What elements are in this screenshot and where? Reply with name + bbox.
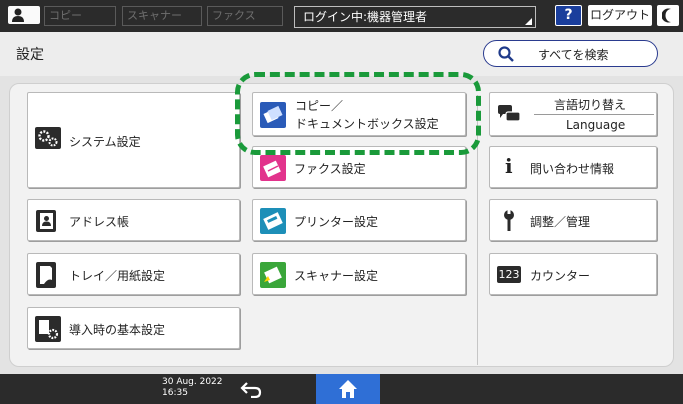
time-text: 16:35: [162, 388, 188, 398]
counter-icon: 123: [497, 266, 521, 283]
login-status-text: ログイン中:機器管理者: [303, 10, 428, 24]
scanner-settings-label: スキャナー設定: [294, 269, 379, 283]
moon-icon: [662, 8, 671, 23]
language-icon: [498, 105, 521, 122]
energy-saver-button[interactable]: [657, 5, 679, 26]
tray-paper-settings-label: トレイ／用紙設定: [69, 269, 166, 283]
tab-scanner[interactable]: スキャナー: [122, 6, 202, 26]
address-book-label: アドレス帳: [69, 215, 130, 229]
top-status-bar: コピー スキャナー ファクス ログイン中:機器管理者 ? ログアウト: [0, 0, 683, 32]
gear-icon: [35, 127, 61, 149]
basic-setup-icon: [35, 316, 61, 342]
tab-copy[interactable]: コピー: [44, 6, 116, 26]
tray-paper-settings-button[interactable]: トレイ／用紙設定: [27, 253, 240, 295]
tray-paper-icon: [36, 262, 56, 288]
corner-triangle-icon: [525, 18, 532, 25]
datetime-display: 30 Aug. 2022 16:35: [162, 377, 223, 399]
printer-settings-label: プリンター設定: [294, 215, 379, 229]
inquiry-info-label: 問い合わせ情報: [530, 162, 615, 176]
address-book-icon: [36, 210, 56, 232]
system-settings-button[interactable]: システム設定: [27, 92, 240, 188]
home-button[interactable]: [316, 374, 380, 404]
counter-button[interactable]: 123 カウンター: [489, 253, 657, 295]
language-divider: [534, 114, 654, 115]
language-switch-button[interactable]: 言語切り替え Language: [489, 92, 657, 136]
search-icon: [498, 46, 514, 62]
title-bar: 設定 すべてを検索: [0, 32, 683, 76]
help-button[interactable]: ?: [555, 5, 582, 26]
info-icon: i: [505, 154, 513, 178]
search-all-button[interactable]: すべてを検索: [483, 40, 658, 67]
inquiry-info-button[interactable]: i 問い合わせ情報: [489, 146, 657, 188]
system-settings-label: システム設定: [69, 135, 141, 149]
language-label: 言語切り替え: [554, 98, 627, 112]
maintenance-label: 調整／管理: [530, 215, 591, 229]
search-all-label: すべてを検索: [538, 48, 609, 62]
tab-fax[interactable]: ファクス: [207, 6, 283, 26]
login-status-field[interactable]: ログイン中:機器管理者: [294, 6, 536, 28]
address-book-button[interactable]: アドレス帳: [27, 199, 240, 241]
back-arrow-icon[interactable]: [240, 380, 262, 398]
printer-settings-button[interactable]: プリンター設定: [252, 199, 466, 241]
home-icon: [339, 380, 357, 398]
date-text: 30 Aug. 2022: [162, 377, 223, 387]
language-english-label: Language: [566, 118, 626, 132]
bottom-bar: 30 Aug. 2022 16:35: [0, 374, 683, 404]
maintenance-button[interactable]: 調整／管理: [489, 199, 657, 241]
highlight-frame: [235, 72, 481, 155]
scanner-settings-button[interactable]: スキャナー設定: [252, 253, 466, 295]
fax-icon: [260, 155, 286, 181]
printer-icon: [260, 208, 286, 234]
wrench-icon: [504, 210, 514, 231]
logout-button[interactable]: ログアウト: [588, 5, 652, 26]
scanner-icon: [260, 262, 286, 288]
page-title: 設定: [16, 47, 44, 63]
fax-settings-label: ファクス設定: [294, 162, 366, 176]
user-button[interactable]: [8, 6, 40, 24]
user-icon: [12, 8, 24, 22]
intro-basic-settings-label: 導入時の基本設定: [69, 323, 166, 337]
intro-basic-settings-button[interactable]: 導入時の基本設定: [27, 307, 240, 349]
counter-label: カウンター: [530, 269, 591, 283]
